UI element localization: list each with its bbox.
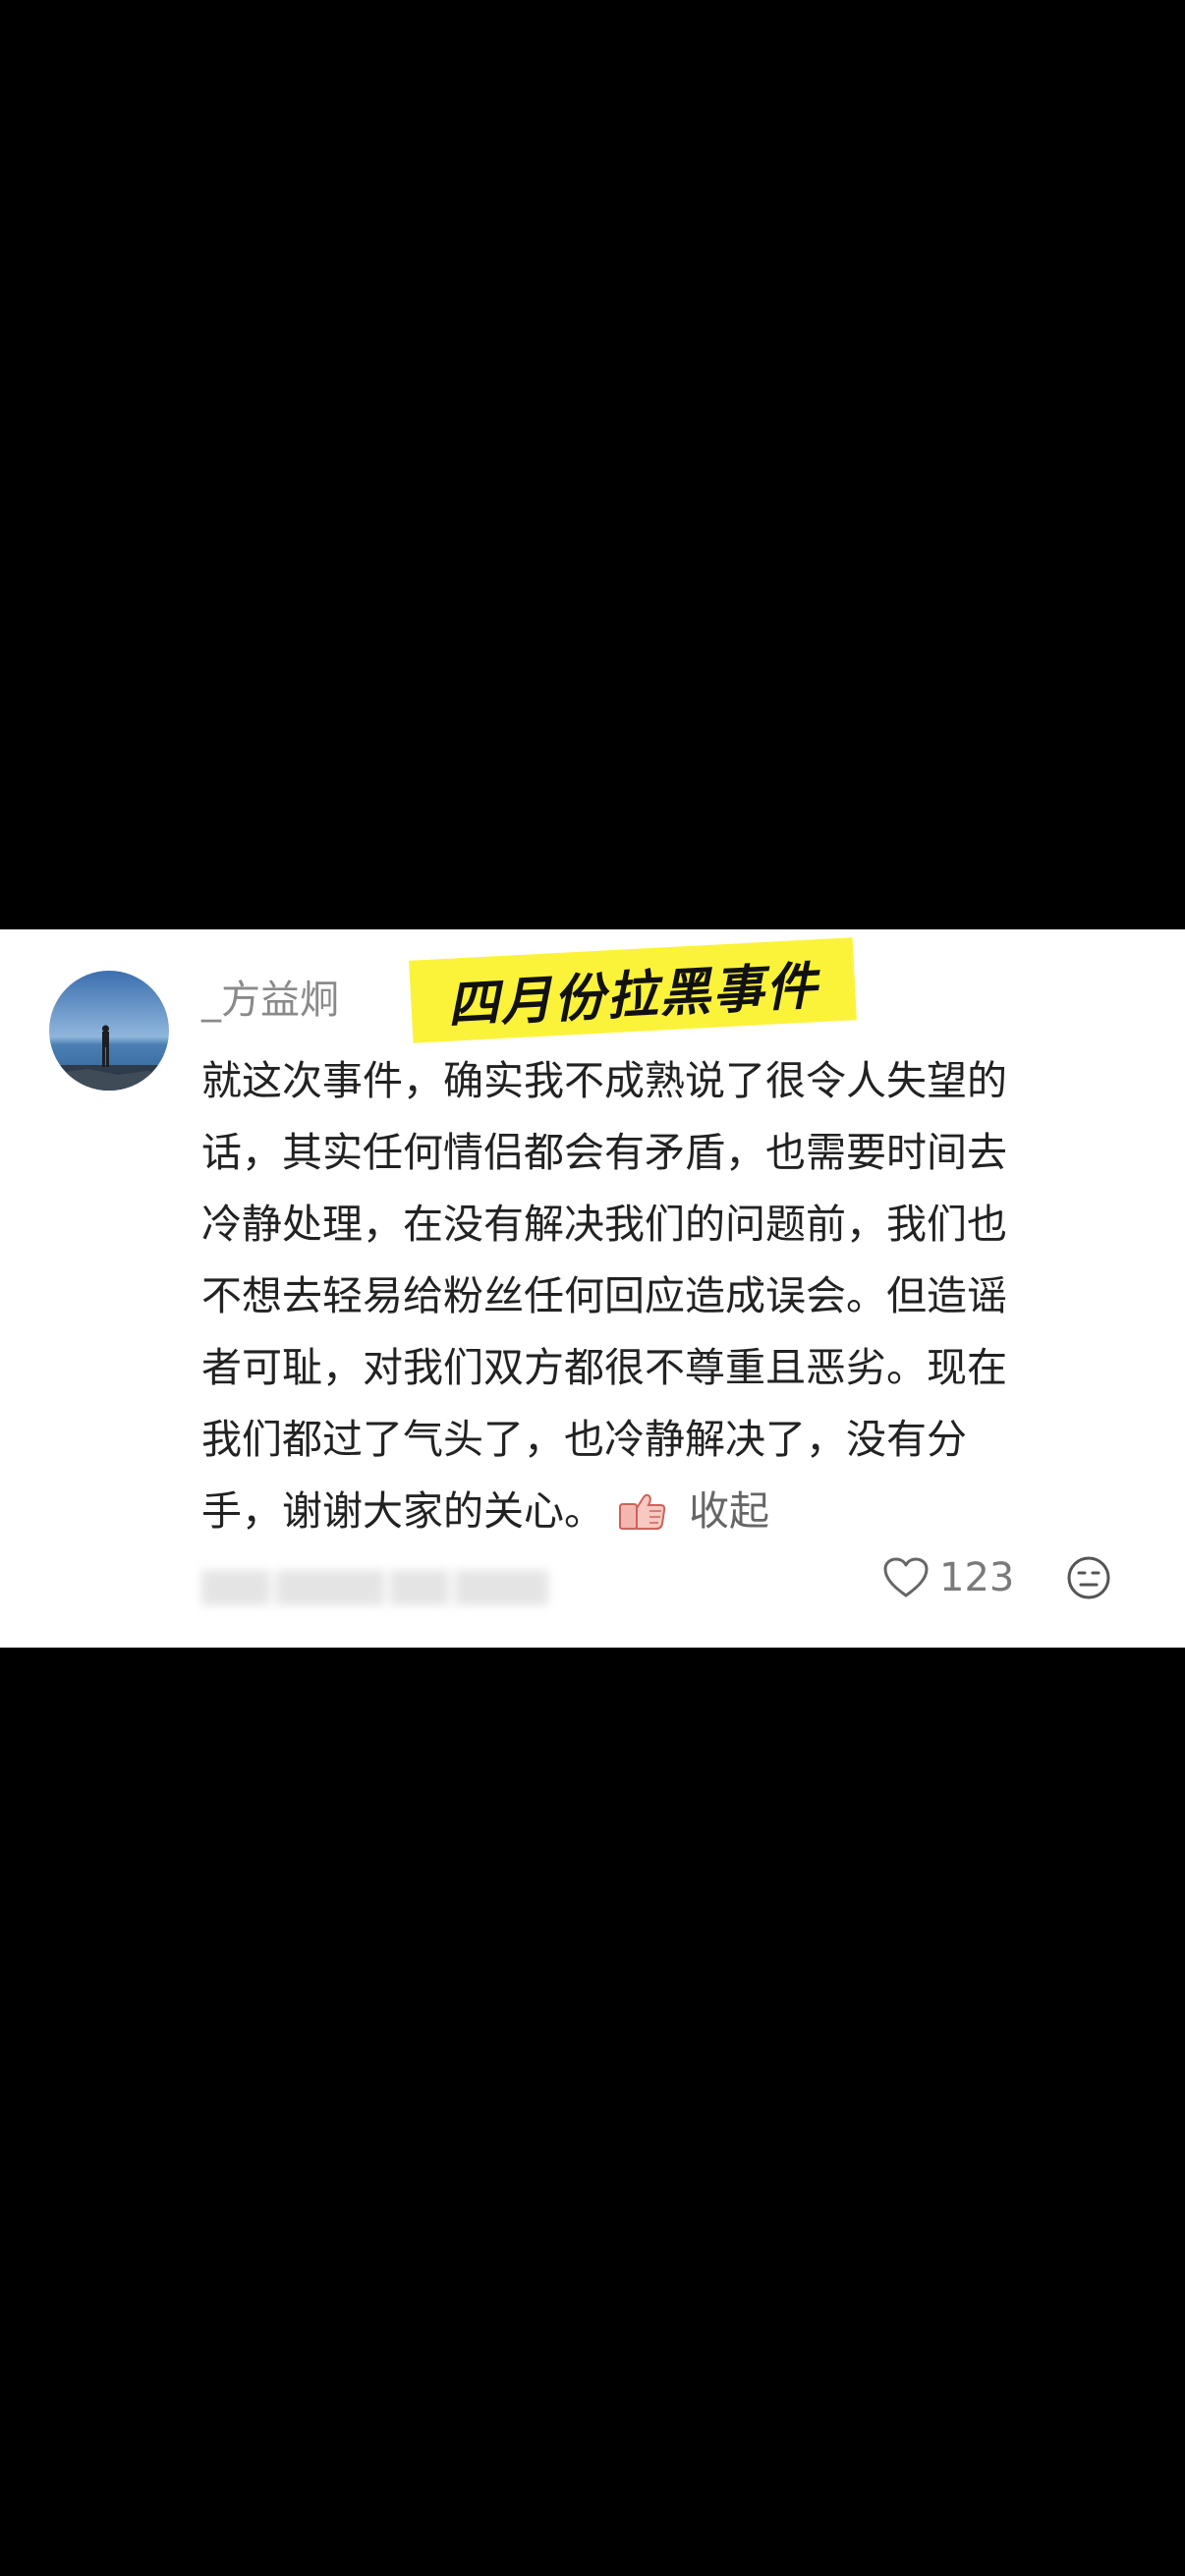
comment-line: 就这次事件，确实我不成熟说了很令人失望的 [201,1057,1007,1104]
comment-line: 冷静处理，在没有解决我们的问题前，我们也 [201,1201,1007,1248]
comment-line: 手，谢谢大家的关心。 [201,1487,604,1535]
comment-last-line: 手，谢谢大家的关心。 收起 [201,1476,1145,1547]
bottom-black-area [0,1648,1185,2576]
event-tag-text: 四月份拉黑事件 [445,956,820,1036]
comment-line: 者可耻，对我们双方都很不尊重且恶劣。现在 [201,1344,1007,1391]
thumbs-up-emoji-icon [614,1482,669,1530]
top-black-area [0,0,1185,929]
collapse-link[interactable]: 收起 [689,1487,769,1535]
event-tag-highlight: 四月份拉黑事件 [409,937,857,1043]
like-button[interactable]: 123 [882,1548,1014,1607]
heart-outline-icon [883,1557,929,1597]
like-count: 123 [939,1555,1015,1600]
blurred-meta-info [201,1570,560,1605]
avatar[interactable] [49,971,169,1091]
comment-line: 我们都过了气头了，也冷静解决了，没有分 [201,1416,967,1463]
comment-body: 就这次事件，确实我不成熟说了很令人失望的 话，其实任何情侣都会有矛盾，也需要时间… [201,1045,1145,1547]
reaction-emoji-button[interactable] [1066,1555,1111,1600]
comment-line: 话，其实任何情侣都会有矛盾，也需要时间去 [201,1129,1007,1176]
comment-line: 不想去轻易给粉丝任何回应造成误会。但造谣 [201,1272,1007,1319]
emoji-face-icon [1067,1556,1110,1599]
comment-card: _方益炯 四月份拉黑事件 就这次事件，确实我不成熟说了很令人失望的 话，其实任何… [0,929,1185,1648]
username[interactable]: _方益炯 [201,971,339,1030]
